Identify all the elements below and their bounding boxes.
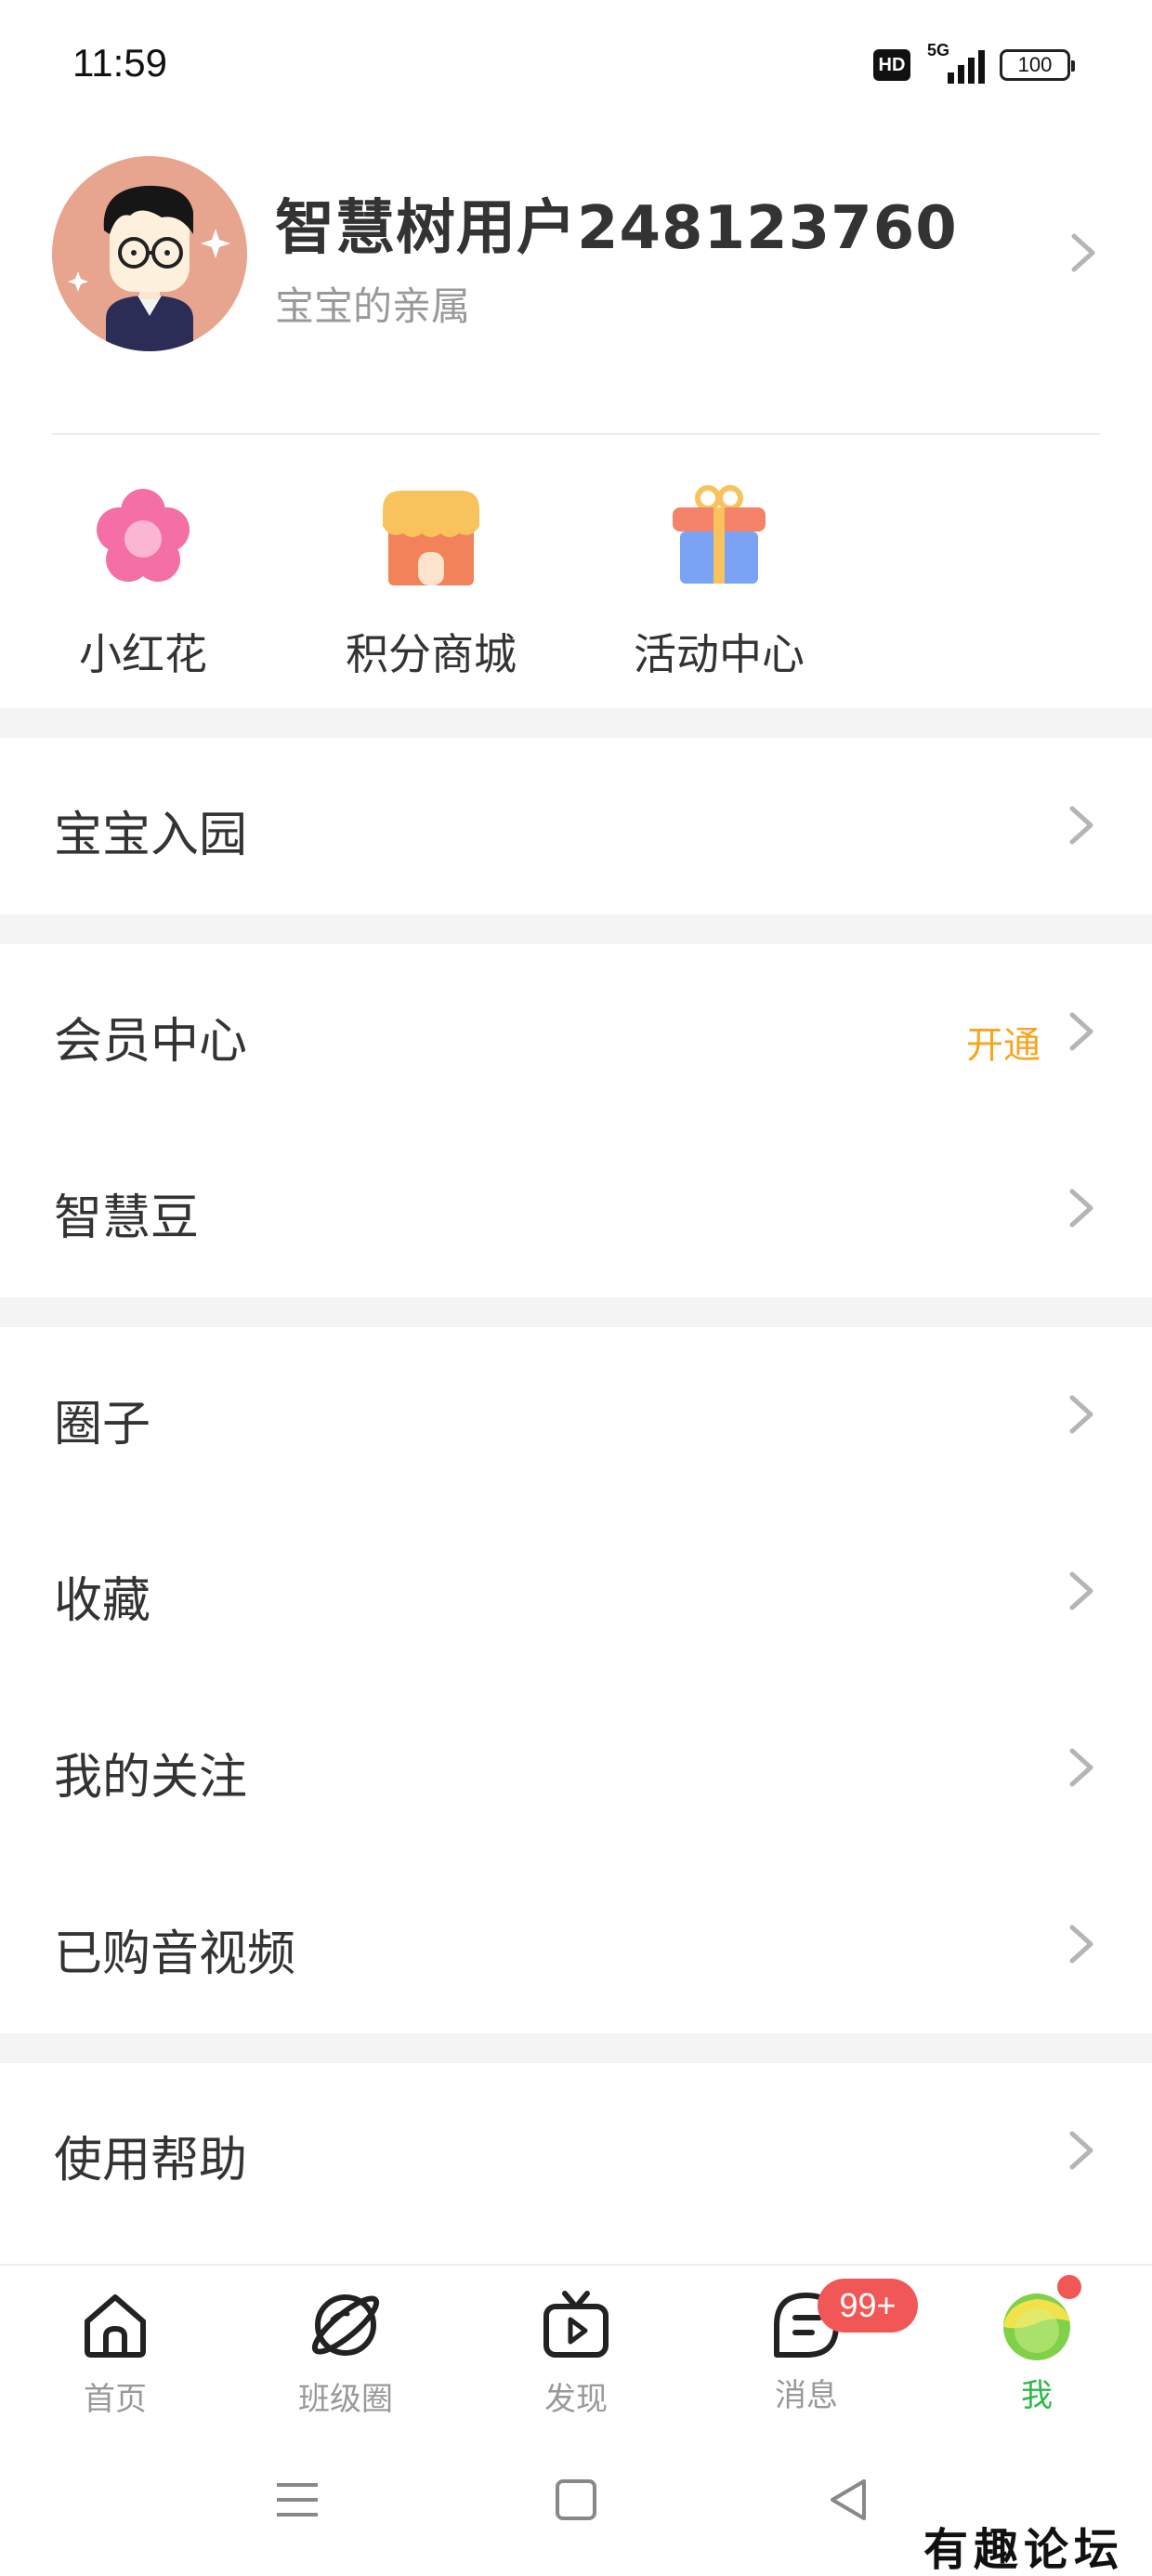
chevron-right-icon <box>1069 1748 1093 1787</box>
hd-icon: HD <box>873 49 910 81</box>
tab-discover[interactable]: 发现 <box>483 2288 669 2419</box>
profile-name: 智慧树用户248123760 <box>275 194 958 263</box>
menu-icon[interactable] <box>269 2472 325 2528</box>
menu-item-wisdom-beans[interactable]: 智慧豆 <box>0 1121 1152 1297</box>
divider <box>52 433 1100 435</box>
chevron-right-icon <box>1069 1925 1093 1964</box>
tab-label: 首页 <box>84 2381 147 2418</box>
tab-class-circle[interactable]: 班级圈 <box>253 2288 439 2419</box>
status-time: 11:59 <box>72 41 167 85</box>
quick-action-label: 活动中心 <box>634 629 805 679</box>
member-activate-link[interactable]: 开通 <box>966 1015 1041 1069</box>
shop-icon <box>383 491 479 585</box>
battery-icon: 100 <box>1000 49 1075 81</box>
me-avatar-icon <box>1003 2293 1070 2360</box>
chevron-right-icon <box>1069 1012 1093 1051</box>
profile-card[interactable]: 智慧树用户248123760 宝宝的亲属 <box>52 156 1100 351</box>
profile-relation: 宝宝的亲属 <box>275 283 471 329</box>
quick-action-label: 积分商城 <box>346 629 517 679</box>
status-icons: HD 5G 100 <box>873 41 1075 84</box>
watermark: 有趣论坛 <box>923 2524 1124 2576</box>
menu-label: 会员中心 <box>54 1014 248 1070</box>
section-gap <box>0 914 1152 944</box>
gift-icon <box>673 485 766 584</box>
tab-messages[interactable]: 99+ 消息 <box>713 2279 918 2415</box>
menu-label: 智慧豆 <box>54 1190 200 1246</box>
unread-badge: 99+ <box>818 2279 918 2333</box>
menu-item-following[interactable]: 我的关注 <box>0 1680 1152 1857</box>
quick-action-label: 小红花 <box>79 629 207 679</box>
chevron-right-icon <box>1069 1189 1093 1228</box>
battery-level: 100 <box>1017 53 1053 76</box>
menu-label: 使用帮助 <box>54 2133 248 2188</box>
chevron-right-icon <box>1069 2131 1093 2170</box>
menu-item-member-center[interactable]: 会员中心 开通 <box>0 944 1152 1121</box>
menu-label: 圈子 <box>54 1397 151 1452</box>
home-square-icon[interactable] <box>548 2472 604 2528</box>
section-gap <box>0 1297 1152 1327</box>
bottom-tab-bar: 首页 班级圈 发现 99+ 消息 我 <box>0 2264 1152 2431</box>
menu-item-help[interactable]: 使用帮助 <box>0 2063 1152 2240</box>
chevron-right-icon <box>1069 806 1093 845</box>
menu-label: 收藏 <box>54 1573 151 1629</box>
tab-label: 我 <box>1021 2377 1053 2414</box>
menu-label: 我的关注 <box>54 1750 248 1806</box>
quick-action-events[interactable]: 活动中心 <box>617 481 821 682</box>
back-icon[interactable] <box>821 2472 877 2528</box>
chevron-right-icon <box>1069 1571 1093 1610</box>
tab-label: 班级圈 <box>298 2381 393 2418</box>
signal-icon: 5G <box>925 41 985 84</box>
home-icon <box>85 2294 146 2358</box>
menu-label: 宝宝入园 <box>54 808 248 863</box>
menu-item-favorites[interactable]: 收藏 <box>0 1504 1152 1680</box>
avatar[interactable] <box>52 156 247 351</box>
network-type: 5G <box>927 41 950 59</box>
menu-item-purchased-media[interactable]: 已购音视频 <box>0 1857 1152 2033</box>
planet-icon <box>311 2294 380 2356</box>
tab-home[interactable]: 首页 <box>22 2288 208 2419</box>
tab-label: 消息 <box>775 2377 838 2414</box>
menu-item-enroll[interactable]: 宝宝入园 <box>0 738 1152 914</box>
menu-item-circle[interactable]: 圈子 <box>0 1327 1152 1504</box>
quick-action-points-mall[interactable]: 积分商城 <box>329 481 533 682</box>
notification-dot <box>1057 2275 1081 2299</box>
chevron-right-icon <box>1069 1395 1093 1434</box>
status-bar: 11:59 HD 5G 100 <box>0 0 1152 139</box>
chevron-right-icon <box>1071 233 1095 272</box>
flower-icon <box>97 489 190 582</box>
quick-action-flowers[interactable]: 小红花 <box>41 481 245 682</box>
menu-label: 已购音视频 <box>54 1926 296 1982</box>
tab-label: 发现 <box>544 2381 608 2418</box>
tab-me[interactable]: 我 <box>944 2275 1130 2415</box>
section-gap <box>0 708 1152 738</box>
section-gap <box>0 2033 1152 2063</box>
tv-play-icon <box>543 2291 609 2358</box>
